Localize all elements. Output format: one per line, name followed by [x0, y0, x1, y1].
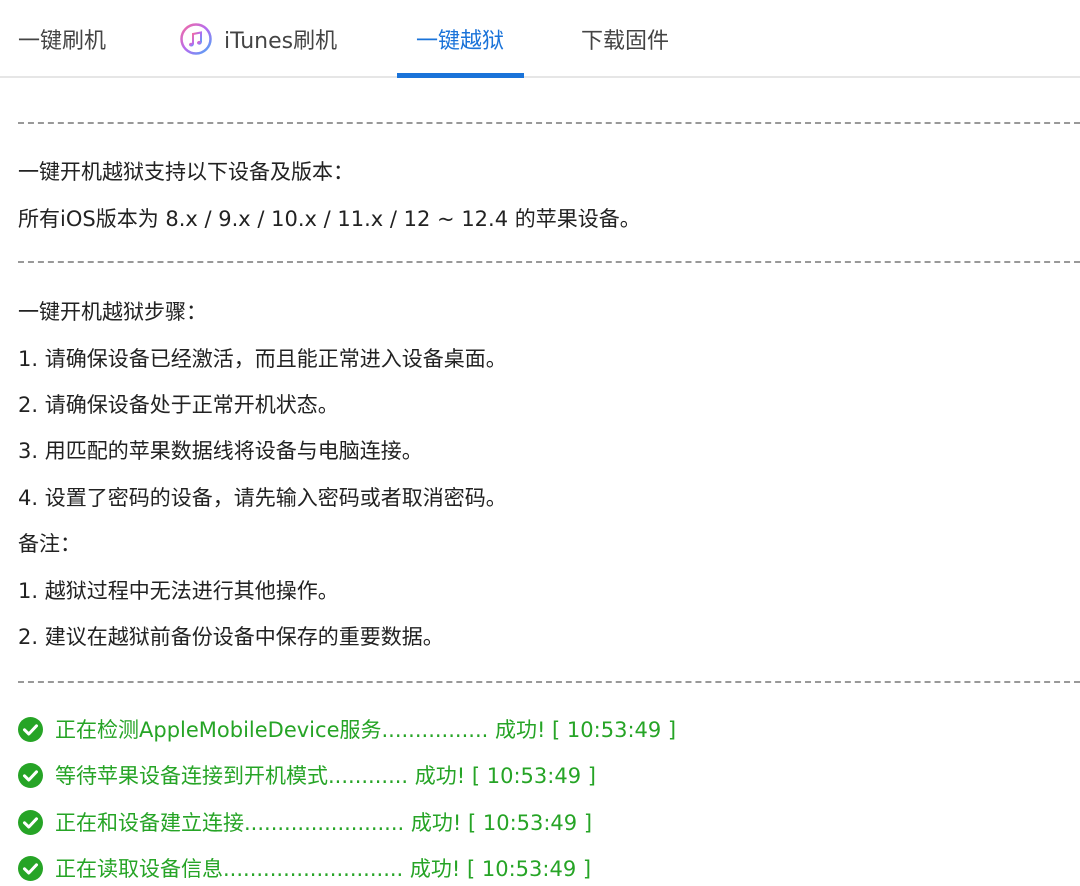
tab-label: 一键越狱	[416, 29, 505, 54]
dashed-divider	[18, 261, 1080, 263]
tab-bar: 一键刷机 iTunes刷机 一键越狱 下载固件	[0, 0, 1080, 78]
log-text: 正在和设备建立连接........................ 成功! [ …	[55, 811, 593, 835]
notes-heading: 备注：	[18, 532, 81, 556]
note-item: 2. 建议在越狱前备份设备中保存的重要数据。	[18, 625, 444, 649]
note-item: 1. 越狱过程中无法进行其他操作。	[18, 579, 339, 603]
step-item: 3. 用匹配的苹果数据线将设备与电脑连接。	[18, 439, 423, 463]
tab-label: 下载固件	[581, 29, 670, 54]
tab-label: 一键刷机	[18, 29, 107, 54]
log-entry: 正在和设备建立连接........................ 成功! [ …	[18, 807, 592, 837]
step-item: 4. 设置了密码的设备，请先输入密码或者取消密码。	[18, 486, 507, 510]
log-text: 等待苹果设备连接到开机模式............ 成功! [ 10:53:49…	[55, 764, 596, 788]
check-circle-icon	[18, 855, 43, 881]
dashed-divider	[18, 122, 1080, 124]
check-circle-icon	[18, 762, 43, 788]
log-text: 正在读取设备信息........................... 成功! …	[55, 857, 592, 881]
support-versions: 所有iOS版本为 8.x / 9.x / 10.x / 11.x / 12 ~ …	[18, 207, 641, 231]
log-entry: 等待苹果设备连接到开机模式............ 成功! [ 10:53:49…	[18, 760, 596, 790]
steps-heading: 一键开机越狱步骤：	[18, 300, 207, 324]
tab-one-click-jailbreak[interactable]: 一键越狱	[416, 0, 504, 78]
log-entry: 正在读取设备信息........................... 成功! …	[18, 853, 591, 883]
active-tab-indicator	[397, 73, 524, 78]
check-circle-icon	[18, 716, 43, 742]
tab-one-click-flash[interactable]: 一键刷机	[18, 0, 106, 78]
step-item: 1. 请确保设备已经激活，而且能正常进入设备桌面。	[18, 347, 507, 371]
itunes-icon	[180, 23, 212, 55]
log-entry: 正在检测AppleMobileDevice服务................ …	[18, 714, 676, 744]
tab-itunes-flash[interactable]: iTunes刷机	[180, 0, 337, 78]
log-text: 正在检测AppleMobileDevice服务................ …	[55, 718, 677, 742]
support-heading: 一键开机越狱支持以下设备及版本：	[18, 160, 354, 184]
check-circle-icon	[18, 809, 43, 835]
step-item: 2. 请确保设备处于正常开机状态。	[18, 393, 339, 417]
dashed-divider	[18, 681, 1080, 683]
tab-label: iTunes刷机	[224, 29, 338, 54]
tab-download-firmware[interactable]: 下载固件	[581, 0, 669, 78]
